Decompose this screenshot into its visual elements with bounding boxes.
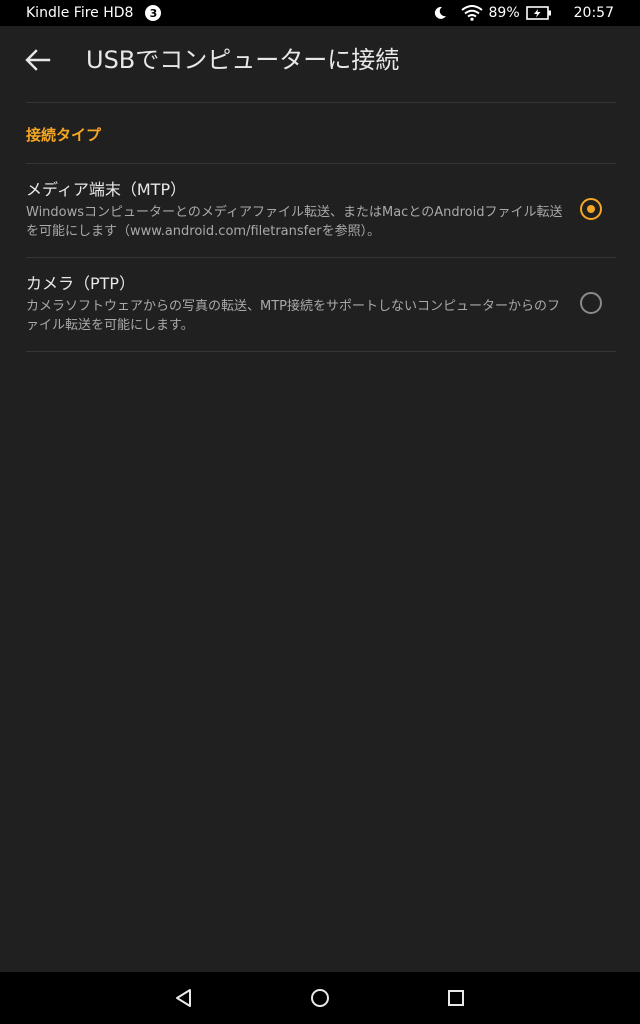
- page-title: USBでコンピューターに接続: [86, 46, 400, 74]
- battery-charging-icon: [525, 6, 552, 20]
- arrow-left-icon: [25, 49, 51, 71]
- option-ptp-radio[interactable]: [580, 292, 602, 314]
- nav-home-button[interactable]: [307, 985, 333, 1011]
- radio-selected-dot: [587, 205, 595, 213]
- back-button[interactable]: [22, 44, 54, 76]
- status-left: Kindle Fire HD8 3: [0, 5, 162, 21]
- divider: [26, 102, 616, 103]
- option-ptp-row[interactable]: カメラ（PTP） カメラソフトウェアからの写真の転送、MTP接続をサポートしない…: [0, 258, 640, 351]
- divider: [26, 351, 616, 352]
- notification-count-badge: 3: [145, 5, 162, 21]
- nav-back-button[interactable]: [171, 985, 197, 1011]
- status-right: 89% 20:57: [433, 0, 614, 26]
- option-mtp-description: Windowsコンピューターとのメディアファイル転送、またはMacとのAndro…: [26, 205, 563, 239]
- status-bar: Kindle Fire HD8 3 89% 20:57: [0, 0, 640, 26]
- wifi-icon: [460, 5, 483, 21]
- device-name: Kindle Fire HD8: [26, 5, 134, 21]
- home-circle-icon: [311, 989, 329, 1007]
- clock-time: 20:57: [573, 5, 614, 21]
- option-ptp-title: カメラ（PTP）: [26, 274, 136, 293]
- option-ptp-description: カメラソフトウェアからの写真の転送、MTP接続をサポートしないコンピューターから…: [26, 299, 560, 333]
- battery-percent: 89%: [488, 5, 520, 21]
- section-header: 接続タイプ: [26, 126, 102, 144]
- app-bar: USBでコンピューターに接続: [0, 26, 640, 90]
- nav-recents-button[interactable]: [443, 985, 469, 1011]
- back-triangle-icon: [176, 989, 191, 1007]
- option-mtp-row[interactable]: メディア端末（MTP） Windowsコンピューターとのメディアファイル転送、ま…: [0, 164, 640, 257]
- moon-icon: [433, 6, 447, 20]
- option-mtp-title: メディア端末（MTP）: [26, 180, 187, 199]
- option-mtp-radio[interactable]: [580, 198, 602, 220]
- navigation-bar: [0, 972, 640, 1024]
- recents-square-icon: [448, 990, 464, 1006]
